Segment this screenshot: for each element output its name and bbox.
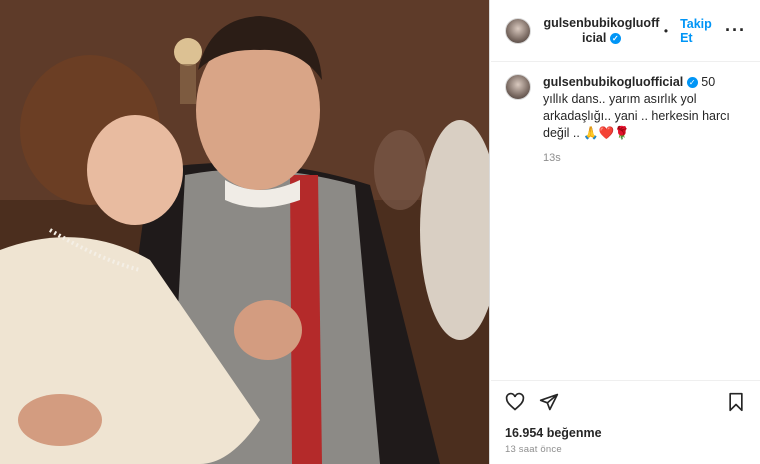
post-header: gulsenbubikogluofficial ✓ • Takip Et ··· [491,0,760,62]
post-sidebar: gulsenbubikogluofficial ✓ • Takip Et ···… [491,0,760,464]
caption-username[interactable]: gulsenbubikogluofficial [543,75,683,89]
more-horizontal-icon[interactable]: ··· [725,20,746,41]
caption-body: gulsenbubikogluofficial ✓ 50 yıllık dans… [543,74,743,167]
comments-area: gulsenbubikogluofficial ✓ 50 yıllık dans… [491,62,760,380]
verified-badge-icon: ✓ [609,32,621,44]
likes-count[interactable]: 16.954 beğenme [505,426,602,440]
bookmark-icon[interactable] [726,392,746,412]
follow-button[interactable]: Takip Et [680,17,725,45]
verified-badge-icon: ✓ [686,77,698,89]
photo-illustration [0,0,489,464]
heart-icon[interactable] [505,392,525,412]
avatar[interactable] [505,17,531,44]
username-link[interactable]: gulsenbubikogluofficial ✓ [543,16,660,46]
caption-time[interactable]: 13s [543,150,743,167]
caption-avatar[interactable] [505,74,531,100]
caption: gulsenbubikogluofficial ✓ 50 yıllık dans… [505,74,746,167]
action-bar [491,380,760,422]
post-timestamp[interactable]: 13 saat önce [505,444,562,455]
separator-dot: • [663,23,669,38]
share-icon[interactable] [539,392,559,412]
post-photo[interactable] [0,0,490,464]
